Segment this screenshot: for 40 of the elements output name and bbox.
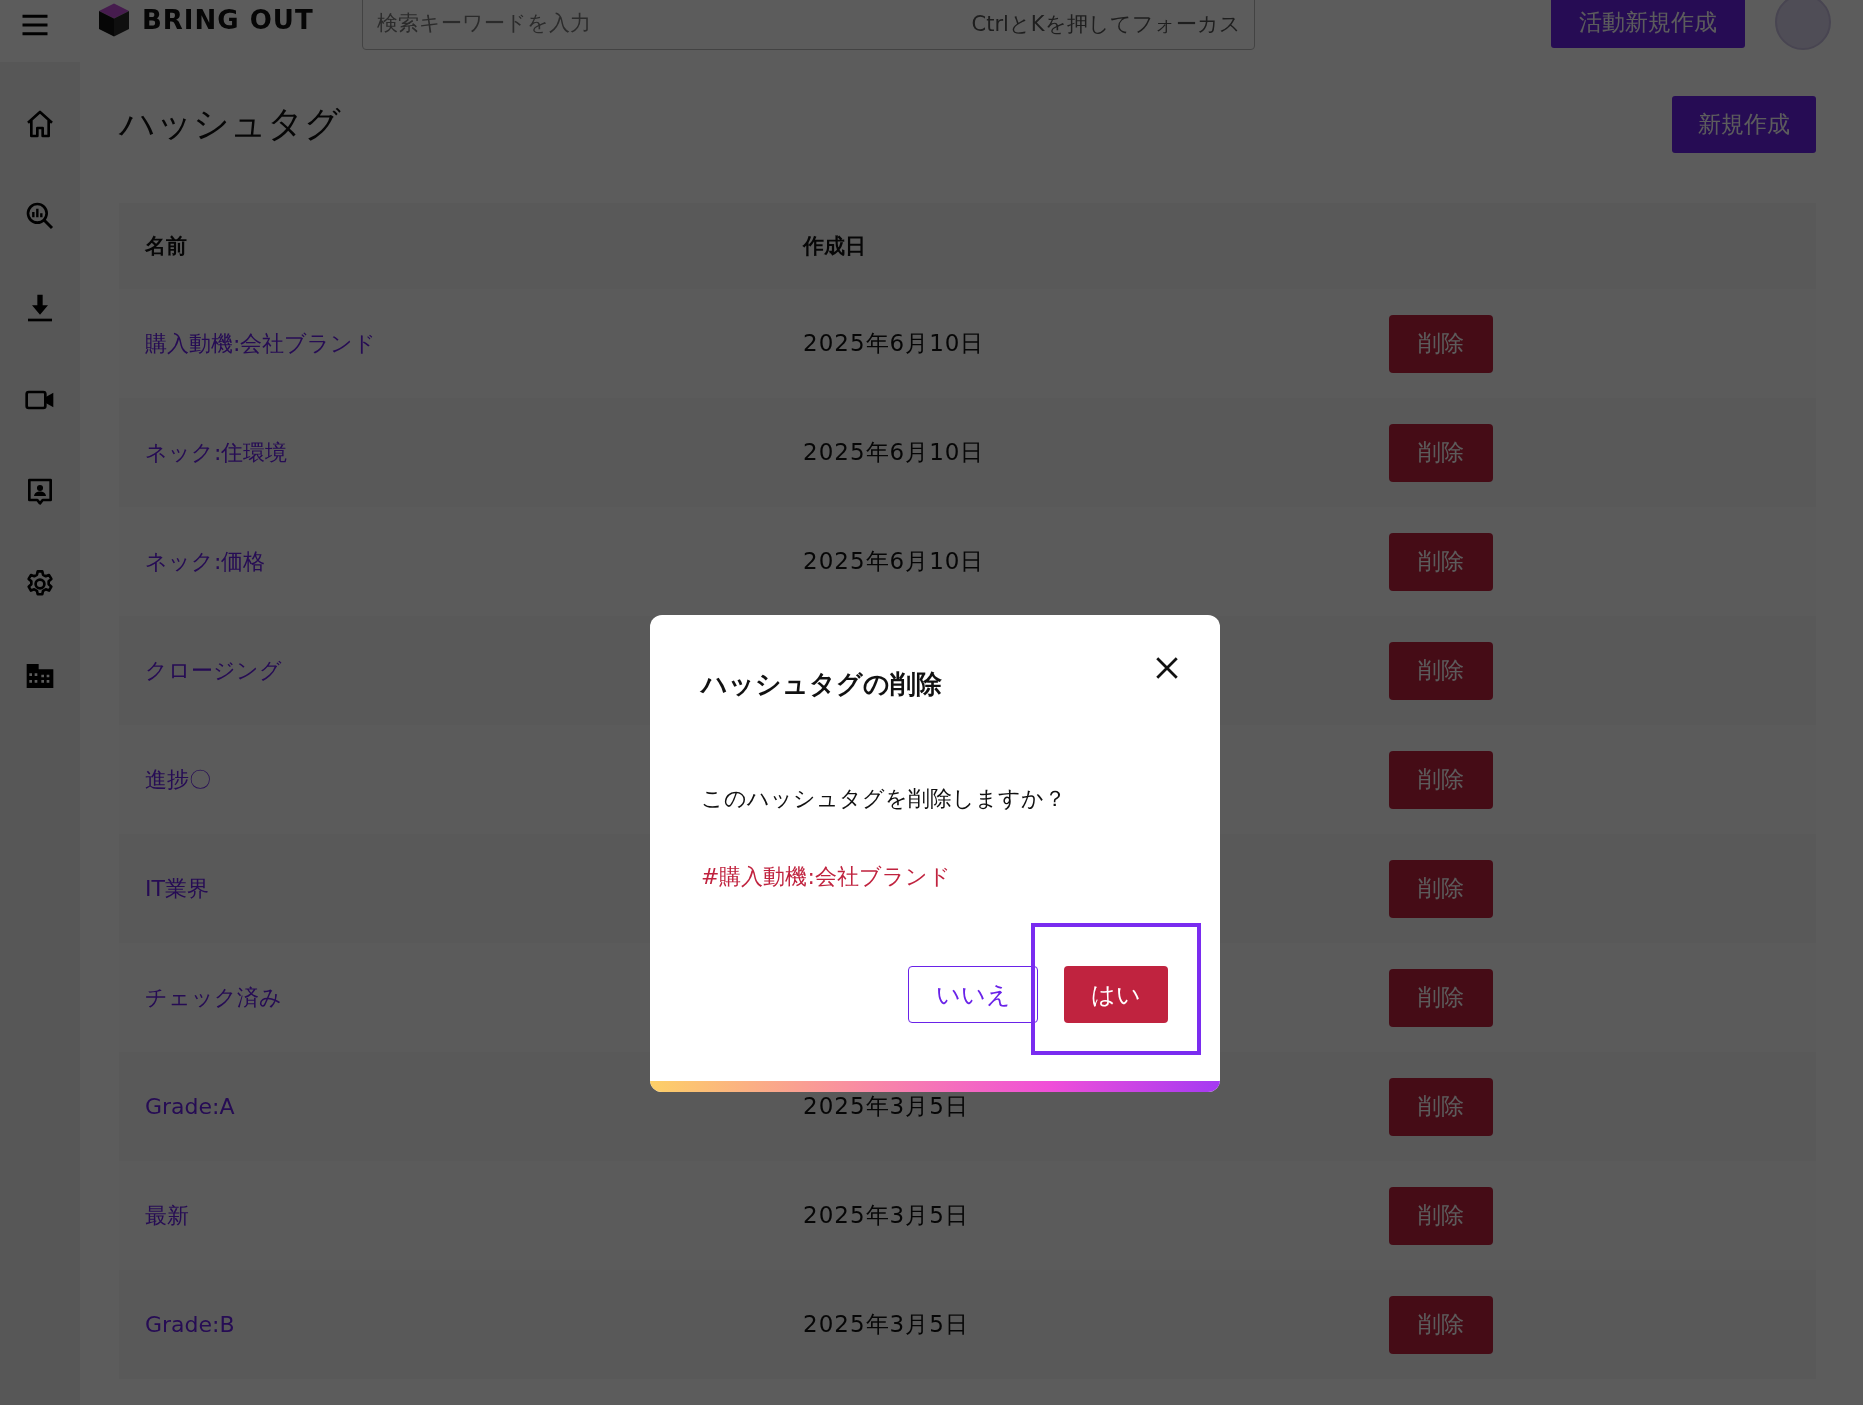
delete-button[interactable]: 削除	[1389, 641, 1493, 700]
dialog-message: このハッシュタグを削除しますか？	[701, 785, 1067, 813]
delete-button[interactable]: 削除	[1389, 1295, 1493, 1354]
date-text: 2025年6月10日	[802, 438, 986, 467]
date-text: 2025年3月5日	[802, 1201, 970, 1230]
hashtag-link[interactable]: ネック:価格	[119, 546, 777, 577]
delete-button[interactable]: 削除	[1389, 859, 1493, 918]
column-header: 作成日	[801, 233, 867, 260]
cube-logo-icon	[96, 2, 132, 38]
sidebar-item[interactable]	[24, 200, 56, 232]
hashtag-link[interactable]: 購入動機:会社ブランド	[119, 328, 777, 359]
hashtag-link[interactable]: ネック:住環境	[119, 437, 777, 468]
search-icon	[24, 200, 56, 232]
hashtag-link[interactable]: Grade:A	[119, 1094, 777, 1119]
delete-button[interactable]: 削除	[1389, 314, 1493, 373]
date-text: 2025年6月10日	[802, 329, 986, 358]
brand-name: BRING OUT	[142, 5, 314, 35]
hashtag-link[interactable]: 最新	[119, 1200, 777, 1231]
delete-button[interactable]: 削除	[1389, 1186, 1493, 1245]
hashtag-text: #購入動機:会社ブランド	[701, 863, 952, 891]
page-title: ハッシュタグ	[119, 101, 341, 146]
hashtag-link[interactable]: Grade:B	[119, 1312, 777, 1337]
sidebar-item[interactable]	[24, 108, 56, 140]
delete-button[interactable]: 削除	[1389, 532, 1493, 591]
confirm-button[interactable]: はい	[1064, 966, 1168, 1023]
delete-button[interactable]: 削除	[1389, 423, 1493, 482]
create-activity-button[interactable]: 活動新規作成	[1550, 0, 1745, 48]
delete-button[interactable]: 削除	[1389, 968, 1493, 1027]
home-icon	[24, 108, 56, 140]
close-button[interactable]	[1154, 655, 1180, 681]
date-text: 2025年6月10日	[802, 547, 986, 576]
date-text: 2025年3月5日	[802, 1310, 970, 1339]
column-header: 名前	[144, 233, 188, 260]
close-icon	[1154, 655, 1180, 681]
date-text: 2025年3月5日	[802, 1092, 970, 1121]
new-button[interactable]: 新規作成	[1672, 95, 1816, 153]
dialog-title: ハッシュタグの削除	[701, 668, 942, 701]
shortcut-hint: CtrlとKを押してフォーカス	[971, 11, 1241, 38]
delete-button[interactable]: 削除	[1389, 750, 1493, 809]
delete-button[interactable]: 削除	[1389, 1077, 1493, 1136]
